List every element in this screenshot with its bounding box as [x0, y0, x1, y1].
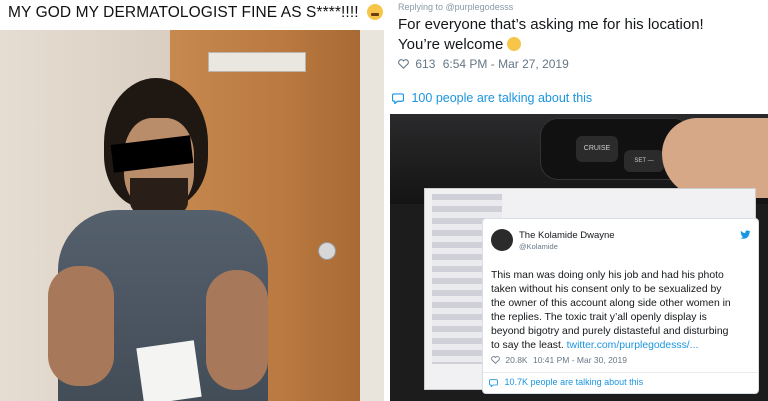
- tweet-text-line-1: For everyone that’s asking me for his lo…: [398, 16, 704, 33]
- embed-timestamp[interactable]: 10:41 PM - Mar 30, 2019: [533, 355, 627, 365]
- embed-talking-text[interactable]: 10.7K people are talking about this: [505, 377, 644, 387]
- photo-coat-hook: [208, 52, 306, 72]
- heart-icon[interactable]: [491, 356, 500, 364]
- photo-door-knob: [318, 242, 336, 260]
- reply-to-line[interactable]: Replying to @purplegodesss: [398, 2, 513, 12]
- comment-bubble-icon: [489, 379, 498, 387]
- embed-line-3: the owner of this account along side oth…: [491, 298, 731, 309]
- embed-line-2: taken without his consent only to be sex…: [491, 284, 722, 295]
- embed-line-5: beyond bigotry and purely distasteful an…: [491, 326, 729, 337]
- grimace-emoji-icon: [367, 4, 384, 20]
- tweet-text: For everyone that’s asking me for his lo…: [398, 15, 758, 55]
- embed-author-name[interactable]: The Kolamide Dwayne: [519, 230, 615, 241]
- embed-line-6: to say the least. twitter.com/purplegode…: [491, 339, 753, 353]
- embed-body: This man was doing only his job and had …: [491, 269, 753, 353]
- tweet-text-line-2-text: You’re welcome: [398, 36, 504, 53]
- embed-talking-link[interactable]: 10.7K people are talking about this: [489, 377, 643, 387]
- meme-caption-text: MY GOD MY DERMATOLOGIST FINE AS S****!!!…: [8, 4, 359, 21]
- embed-like-count[interactable]: 20.8K: [505, 355, 527, 365]
- avatar[interactable]: [491, 229, 513, 251]
- embed-author-handle[interactable]: @Kolamide: [519, 242, 558, 251]
- meme-caption: MY GOD MY DERMATOLOGIST FINE AS S****!!!…: [8, 4, 384, 22]
- heart-icon[interactable]: [398, 59, 409, 69]
- embed-line-4: the replies. The toxic trait y’all openl…: [491, 312, 707, 323]
- photo-cruise-button: CRUISE: [576, 136, 618, 162]
- photo-person-arm-left: [48, 266, 114, 386]
- twitter-bird-icon[interactable]: [740, 230, 751, 240]
- embed-link[interactable]: twitter.com/purplegodesss/...: [567, 340, 699, 351]
- tweet-text-line-2: You’re welcome: [398, 35, 758, 55]
- photo-paper: [136, 340, 202, 401]
- tweet-like-count[interactable]: 613: [415, 57, 435, 71]
- tweet-timestamp[interactable]: 6:54 PM - Mar 27, 2019: [443, 57, 569, 71]
- left-meme-panel: MY GOD MY DERMATOLOGIST FINE AS S****!!!…: [0, 0, 384, 401]
- talking-about-link[interactable]: 100 people are talking about this: [392, 91, 592, 105]
- photo-set-button: SET —: [624, 150, 664, 172]
- tweet-meta: 613 6:54 PM - Mar 27, 2019: [398, 57, 569, 71]
- embed-divider: [483, 372, 758, 373]
- photo-door-frame: [360, 30, 384, 401]
- talking-about-text[interactable]: 100 people are talking about this: [411, 91, 592, 105]
- doctor-photo: [0, 30, 384, 401]
- photo-hand: [662, 118, 768, 198]
- photo-person-arm-right: [206, 270, 268, 390]
- embed-last-text: to say the least.: [491, 340, 564, 351]
- comment-bubble-icon: [392, 93, 404, 104]
- wink-emoji-icon: [507, 37, 522, 51]
- embedded-tweet: The Kolamide Dwayne @Kolamide This man w…: [482, 218, 759, 394]
- tweet-card: Replying to @purplegodesss For everyone …: [384, 0, 768, 112]
- embed-line-1: This man was doing only his job and had …: [491, 270, 724, 281]
- embed-meta: 20.8K 10:41 PM - Mar 30, 2019: [491, 355, 627, 365]
